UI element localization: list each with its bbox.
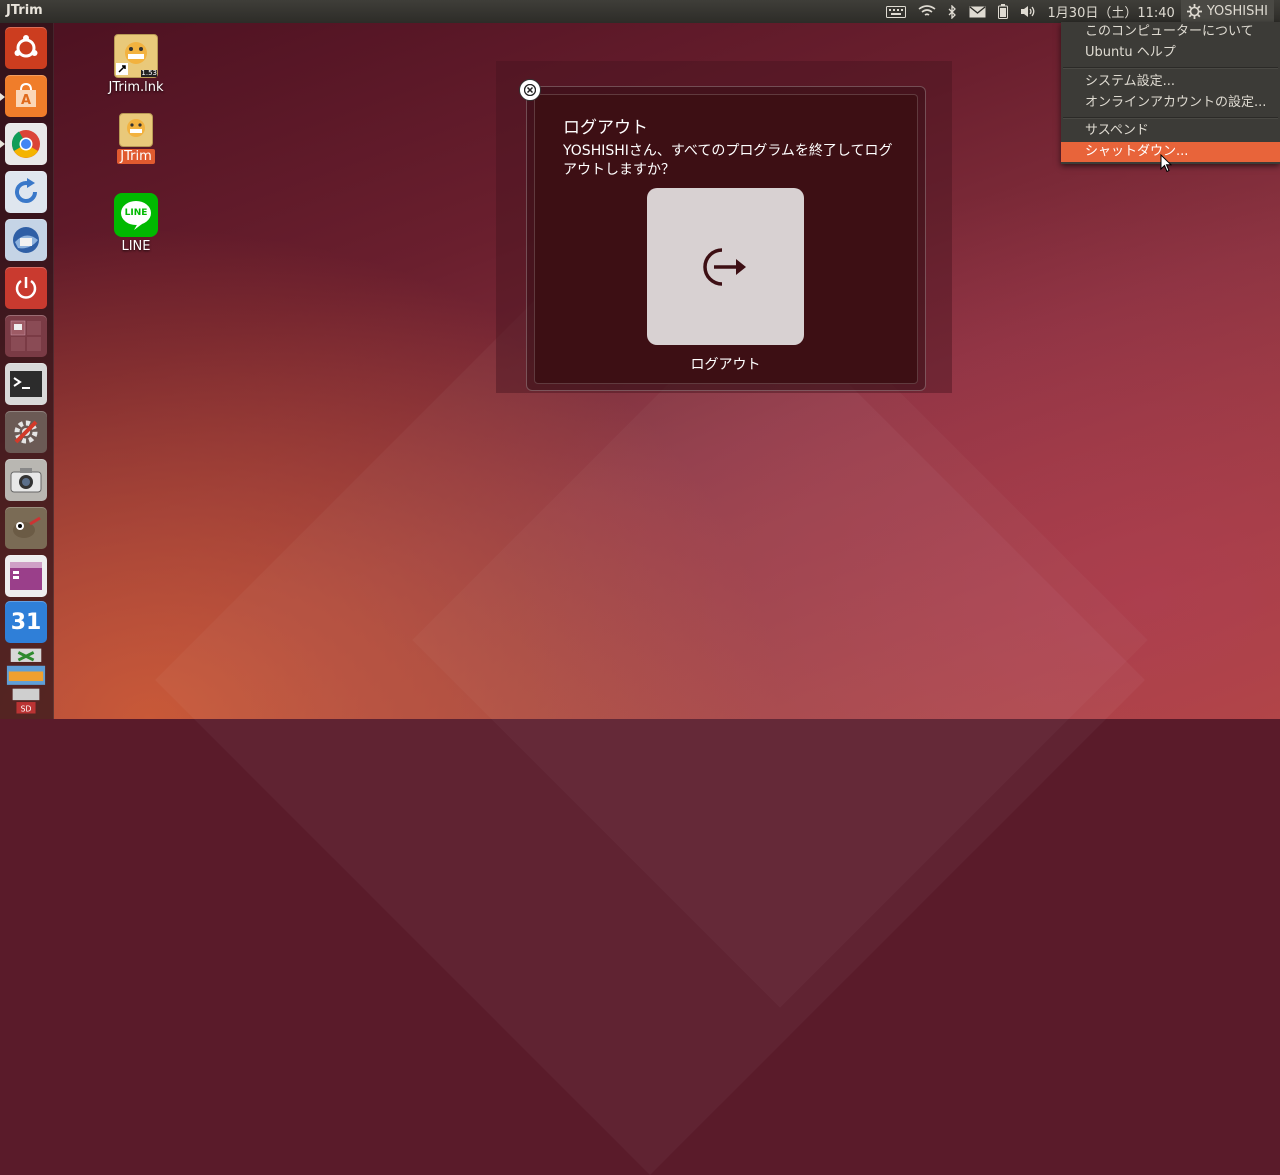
jtrim-app-icon bbox=[119, 113, 153, 147]
logout-button[interactable] bbox=[647, 188, 804, 345]
user-name: YOSHISHI bbox=[1206, 4, 1268, 19]
bluetooth-icon[interactable] bbox=[942, 0, 963, 23]
menu-separator bbox=[1063, 67, 1278, 69]
gear-icon bbox=[1186, 4, 1202, 19]
line-app-icon: LINE bbox=[114, 193, 158, 237]
menu-item-about-computer[interactable]: このコンピューターについて bbox=[1061, 22, 1280, 42]
power-icon bbox=[15, 277, 37, 299]
launcher-window-app[interactable] bbox=[5, 555, 47, 597]
wifi-icon[interactable] bbox=[912, 0, 942, 23]
launcher-gimp[interactable] bbox=[5, 507, 47, 549]
desktop-icon-jtrim[interactable]: JTrim bbox=[101, 113, 171, 164]
thunderbird-icon bbox=[13, 227, 39, 253]
top-panel: JTrim 1月30日（土）11:40 YOSHISHI bbox=[0, 0, 1280, 23]
launcher-chrome[interactable] bbox=[5, 123, 47, 165]
desktop-icon-label: JTrim.lnk bbox=[108, 80, 164, 95]
line-logo-text: LINE bbox=[124, 208, 148, 218]
logout-icon bbox=[702, 247, 746, 286]
mouse-pointer-icon bbox=[1160, 154, 1172, 173]
launcher-terminal[interactable] bbox=[5, 363, 47, 405]
calendar-day: 31 bbox=[10, 609, 42, 635]
gimp-icon bbox=[13, 516, 41, 538]
datetime-indicator[interactable]: 1月30日（土）11:40 bbox=[1042, 0, 1181, 23]
launcher-workspace-switcher[interactable] bbox=[5, 315, 47, 357]
launcher-system-settings[interactable] bbox=[5, 411, 47, 453]
launcher-thunderbird[interactable] bbox=[5, 219, 47, 261]
active-app-title: JTrim bbox=[6, 3, 43, 18]
chrome-icon bbox=[11, 130, 40, 158]
svg-text:A: A bbox=[21, 93, 31, 108]
menu-item-suspend[interactable]: サスペンド bbox=[1061, 121, 1280, 141]
shopping-bag-icon: A bbox=[16, 82, 36, 108]
stacked-apps-icon: SD bbox=[6, 648, 46, 714]
launcher-calendar[interactable]: 31 bbox=[5, 601, 47, 643]
svg-text:SD: SD bbox=[21, 705, 32, 714]
mail-icon[interactable] bbox=[963, 0, 992, 23]
launcher-dash-home[interactable] bbox=[5, 27, 47, 69]
logout-button-label: ログアウト bbox=[690, 357, 761, 373]
jtrim-shortcut-icon: 1.53 bbox=[114, 34, 158, 78]
indicator-area: 1月30日（土）11:40 YOSHISHI bbox=[880, 0, 1274, 23]
refresh-icon bbox=[15, 178, 37, 203]
dialog-message: YOSHISHIさん、すべてのプログラムを終了してログアウトしますか？ bbox=[563, 143, 893, 178]
menu-item-system-settings[interactable]: システム設定... bbox=[1061, 72, 1280, 92]
terminal-icon bbox=[10, 371, 42, 397]
session-menu: このコンピューターについて Ubuntu ヘルプ システム設定... オンライン… bbox=[1061, 22, 1280, 164]
desktop-icon-label: JTrim bbox=[117, 149, 155, 164]
volume-icon[interactable] bbox=[1014, 0, 1042, 23]
desktop-icon-badge: 1.53 bbox=[141, 69, 157, 77]
menu-separator bbox=[1063, 117, 1278, 119]
desktop-icon-jtrim-lnk[interactable]: 1.53 JTrim.lnk bbox=[101, 34, 171, 95]
session-menu-indicator[interactable]: YOSHISHI bbox=[1180, 0, 1274, 23]
ubuntu-logo-icon bbox=[14, 35, 38, 58]
desktop-icon-label: LINE bbox=[121, 239, 151, 254]
workspace-grid-icon bbox=[10, 320, 41, 351]
settings-tools-icon bbox=[14, 420, 38, 444]
menu-item-online-accounts[interactable]: オンラインアカウントの設定... bbox=[1061, 93, 1280, 113]
launcher-camera[interactable] bbox=[5, 459, 47, 501]
close-icon bbox=[524, 84, 536, 96]
camera-icon bbox=[10, 468, 42, 493]
launcher-software-center[interactable]: A bbox=[5, 75, 47, 117]
dialog-title: ログアウト bbox=[563, 118, 648, 138]
keyboard-icon[interactable] bbox=[880, 0, 912, 23]
desktop-icon-line[interactable]: LINE LINE bbox=[101, 193, 171, 254]
menu-item-ubuntu-help[interactable]: Ubuntu ヘルプ bbox=[1061, 43, 1280, 63]
launcher-shutdown-app[interactable] bbox=[5, 267, 47, 309]
launcher: A 31 SD bbox=[0, 23, 54, 719]
dialog-close-button[interactable] bbox=[519, 79, 541, 101]
window-icon bbox=[10, 562, 42, 590]
battery-icon[interactable] bbox=[992, 0, 1014, 23]
launcher-stacked-apps[interactable]: SD bbox=[5, 645, 47, 719]
launcher-updater[interactable] bbox=[5, 171, 47, 213]
